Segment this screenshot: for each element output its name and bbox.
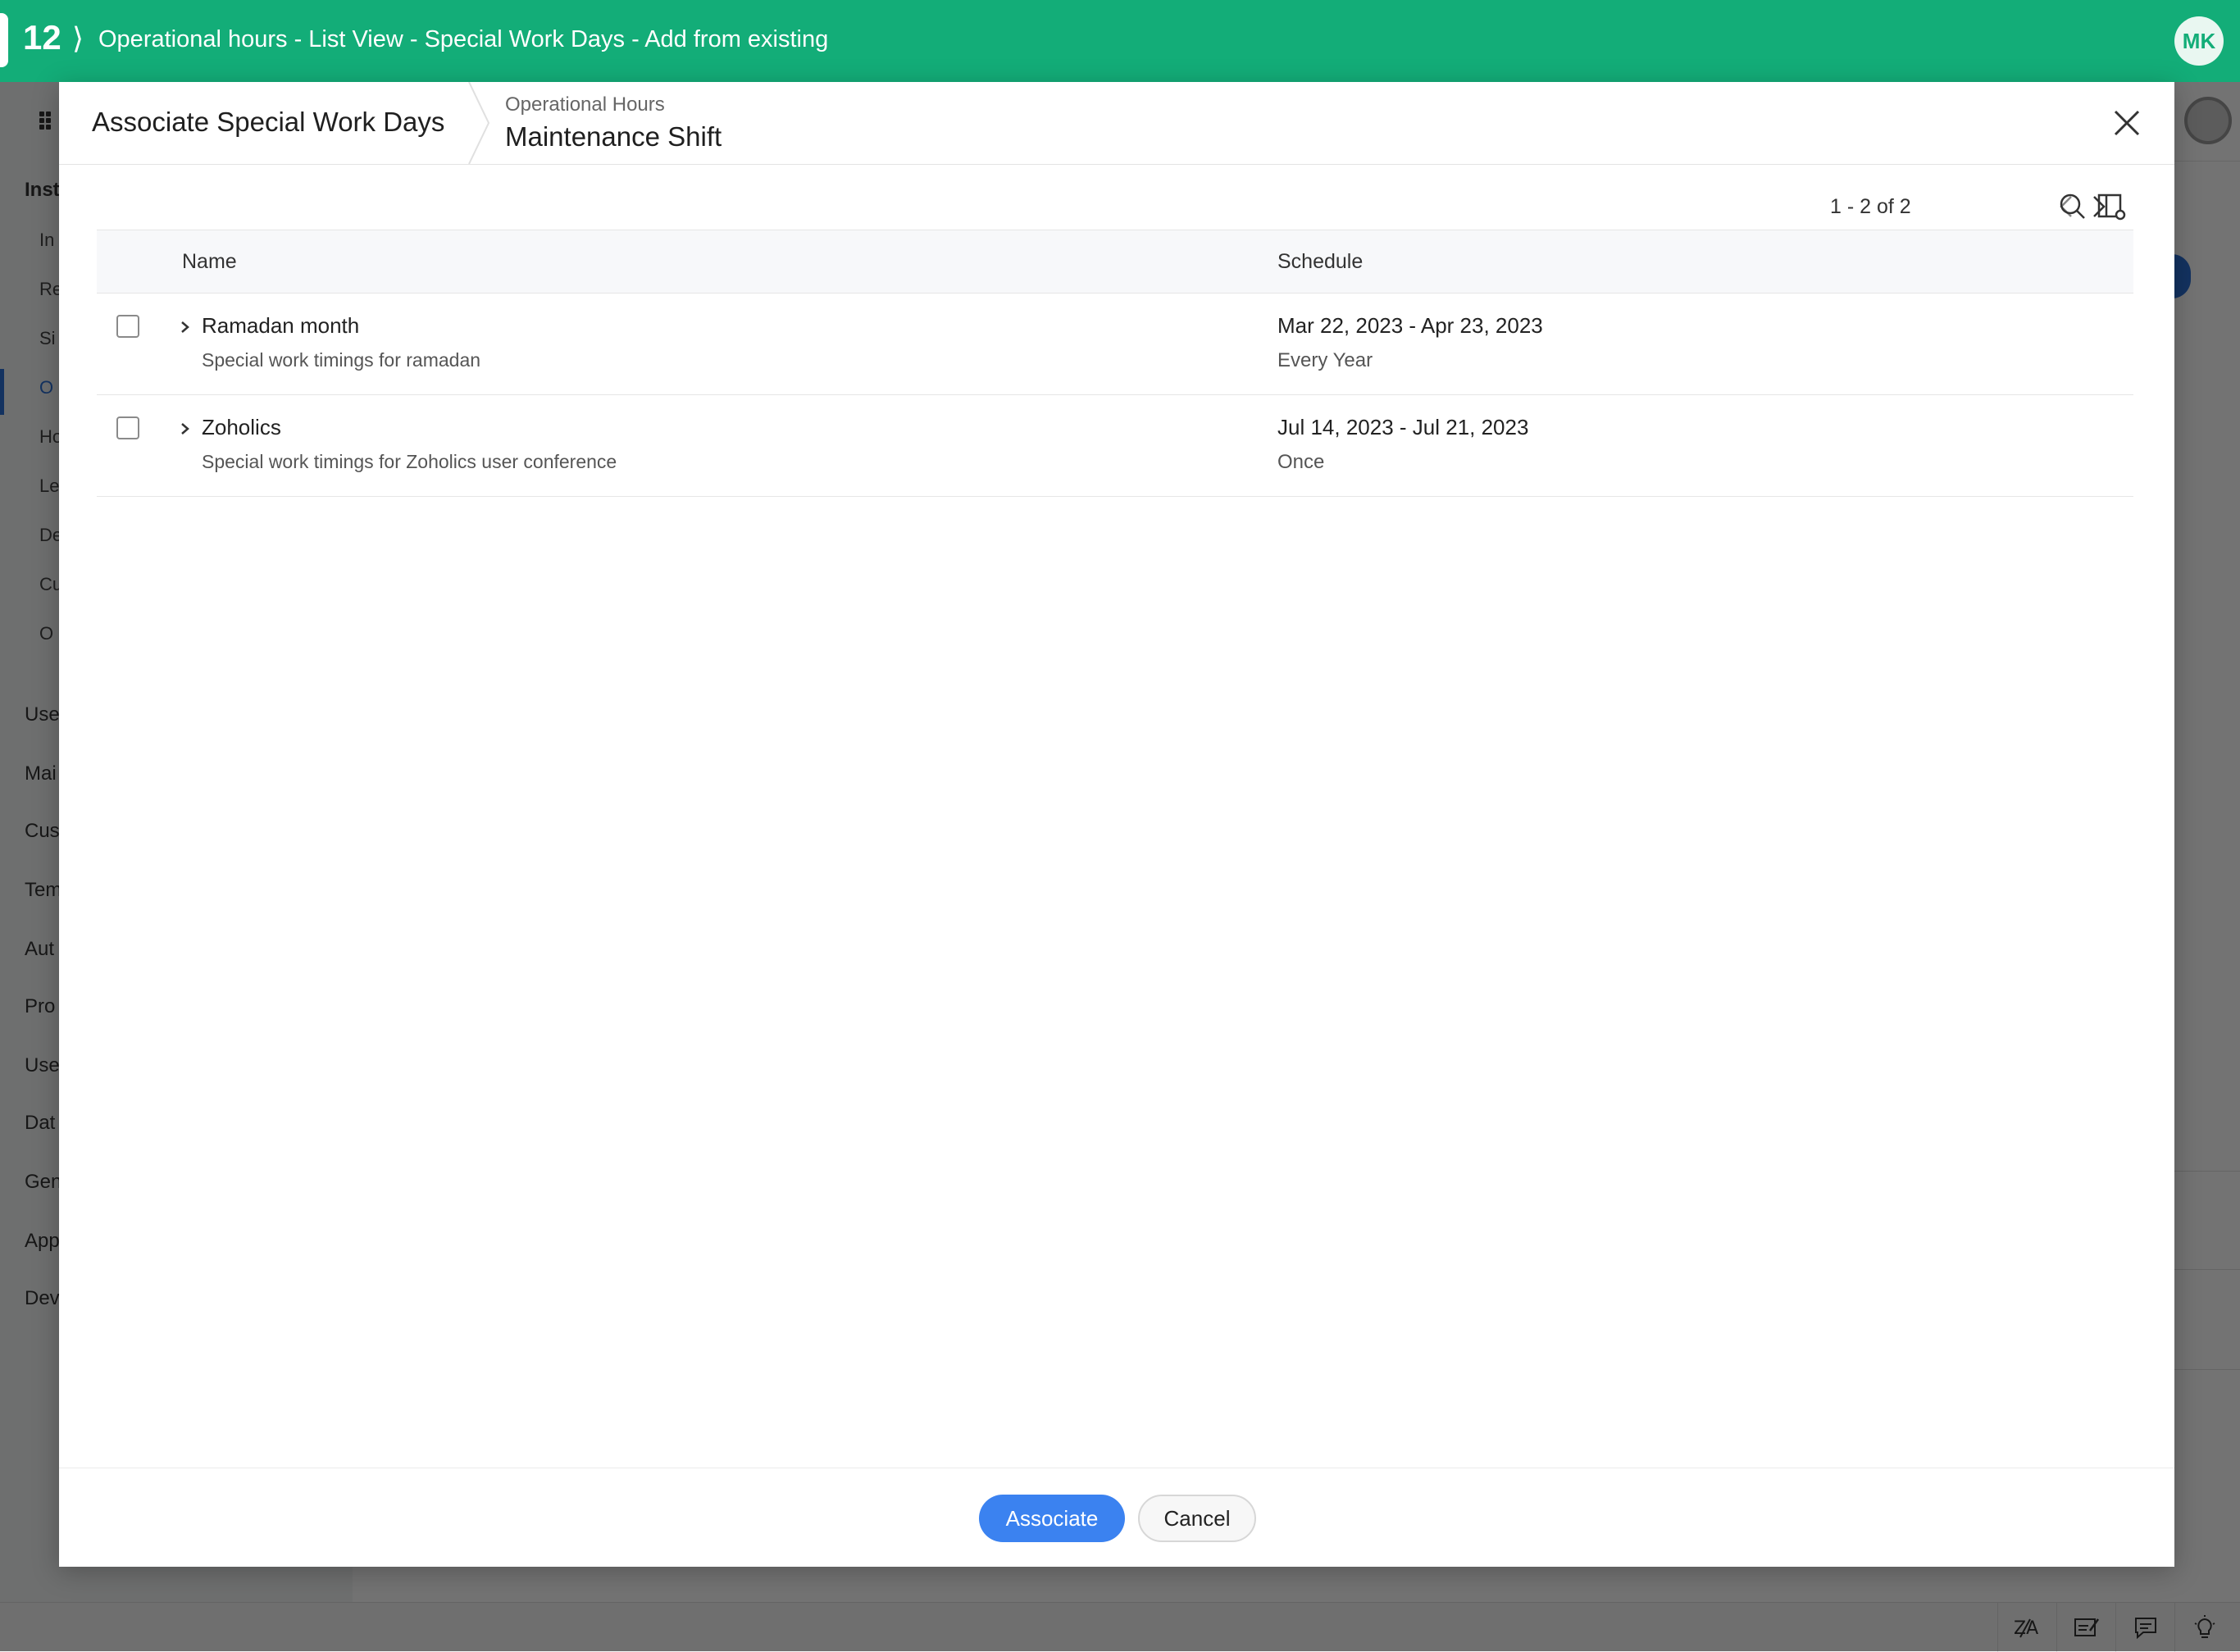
special-work-days-table: Name Schedule Ramadan month Special work… bbox=[97, 230, 2133, 497]
row-name[interactable]: Zoholics bbox=[202, 415, 281, 440]
row-checkbox[interactable] bbox=[116, 315, 139, 338]
expand-chevron-icon[interactable] bbox=[175, 416, 195, 441]
column-header-name[interactable]: Name bbox=[182, 250, 237, 274]
row-date-range: Mar 22, 2023 - Apr 23, 2023 bbox=[1277, 313, 1543, 338]
row-description: Special work timings for ramadan bbox=[202, 349, 481, 371]
table-header: Name Schedule bbox=[97, 230, 2133, 294]
table-row[interactable]: Ramadan month Special work timings for r… bbox=[97, 294, 2133, 395]
breadcrumb-separator-icon: ⟩ bbox=[72, 21, 84, 55]
row-description: Special work timings for Zoholics user c… bbox=[202, 451, 617, 472]
column-header-schedule[interactable]: Schedule bbox=[1277, 250, 1363, 274]
row-checkbox[interactable] bbox=[116, 416, 139, 439]
user-avatar[interactable]: MK bbox=[2174, 16, 2224, 66]
associate-special-work-days-dialog: Associate Special Work Days Operational … bbox=[59, 82, 2174, 1567]
close-icon[interactable] bbox=[2109, 105, 2145, 141]
pagination-info: 1 - 2 of 2 bbox=[1830, 195, 1911, 218]
dialog-title: Associate Special Work Days bbox=[92, 107, 445, 137]
row-name[interactable]: Ramadan month bbox=[202, 313, 359, 339]
breadcrumb: Operational hours - List View - Special … bbox=[98, 26, 829, 52]
table-row[interactable]: Zoholics Special work timings for Zoholi… bbox=[97, 395, 2133, 497]
row-date-range: Jul 14, 2023 - Jul 21, 2023 bbox=[1277, 415, 1529, 439]
row-frequency: Once bbox=[1277, 451, 1325, 473]
cancel-button[interactable]: Cancel bbox=[1138, 1495, 1256, 1542]
associate-button[interactable]: Associate bbox=[979, 1495, 1125, 1542]
app-number[interactable]: 12 bbox=[23, 18, 61, 57]
header-divider-chevron-icon bbox=[467, 82, 492, 164]
expand-chevron-icon[interactable] bbox=[175, 315, 195, 339]
column-settings-icon[interactable] bbox=[2096, 190, 2128, 223]
context-title: Maintenance Shift bbox=[505, 121, 722, 152]
dialog-header: Associate Special Work Days Operational … bbox=[59, 82, 2174, 165]
top-bar: 12 ⟩ Operational hours - List View - Spe… bbox=[0, 0, 2240, 82]
search-icon[interactable] bbox=[2056, 190, 2089, 223]
app-tab-marker bbox=[0, 13, 8, 67]
context-label: Operational Hours bbox=[505, 93, 665, 116]
row-frequency: Every Year bbox=[1277, 349, 1373, 371]
dialog-footer: Associate Cancel bbox=[59, 1468, 2174, 1568]
